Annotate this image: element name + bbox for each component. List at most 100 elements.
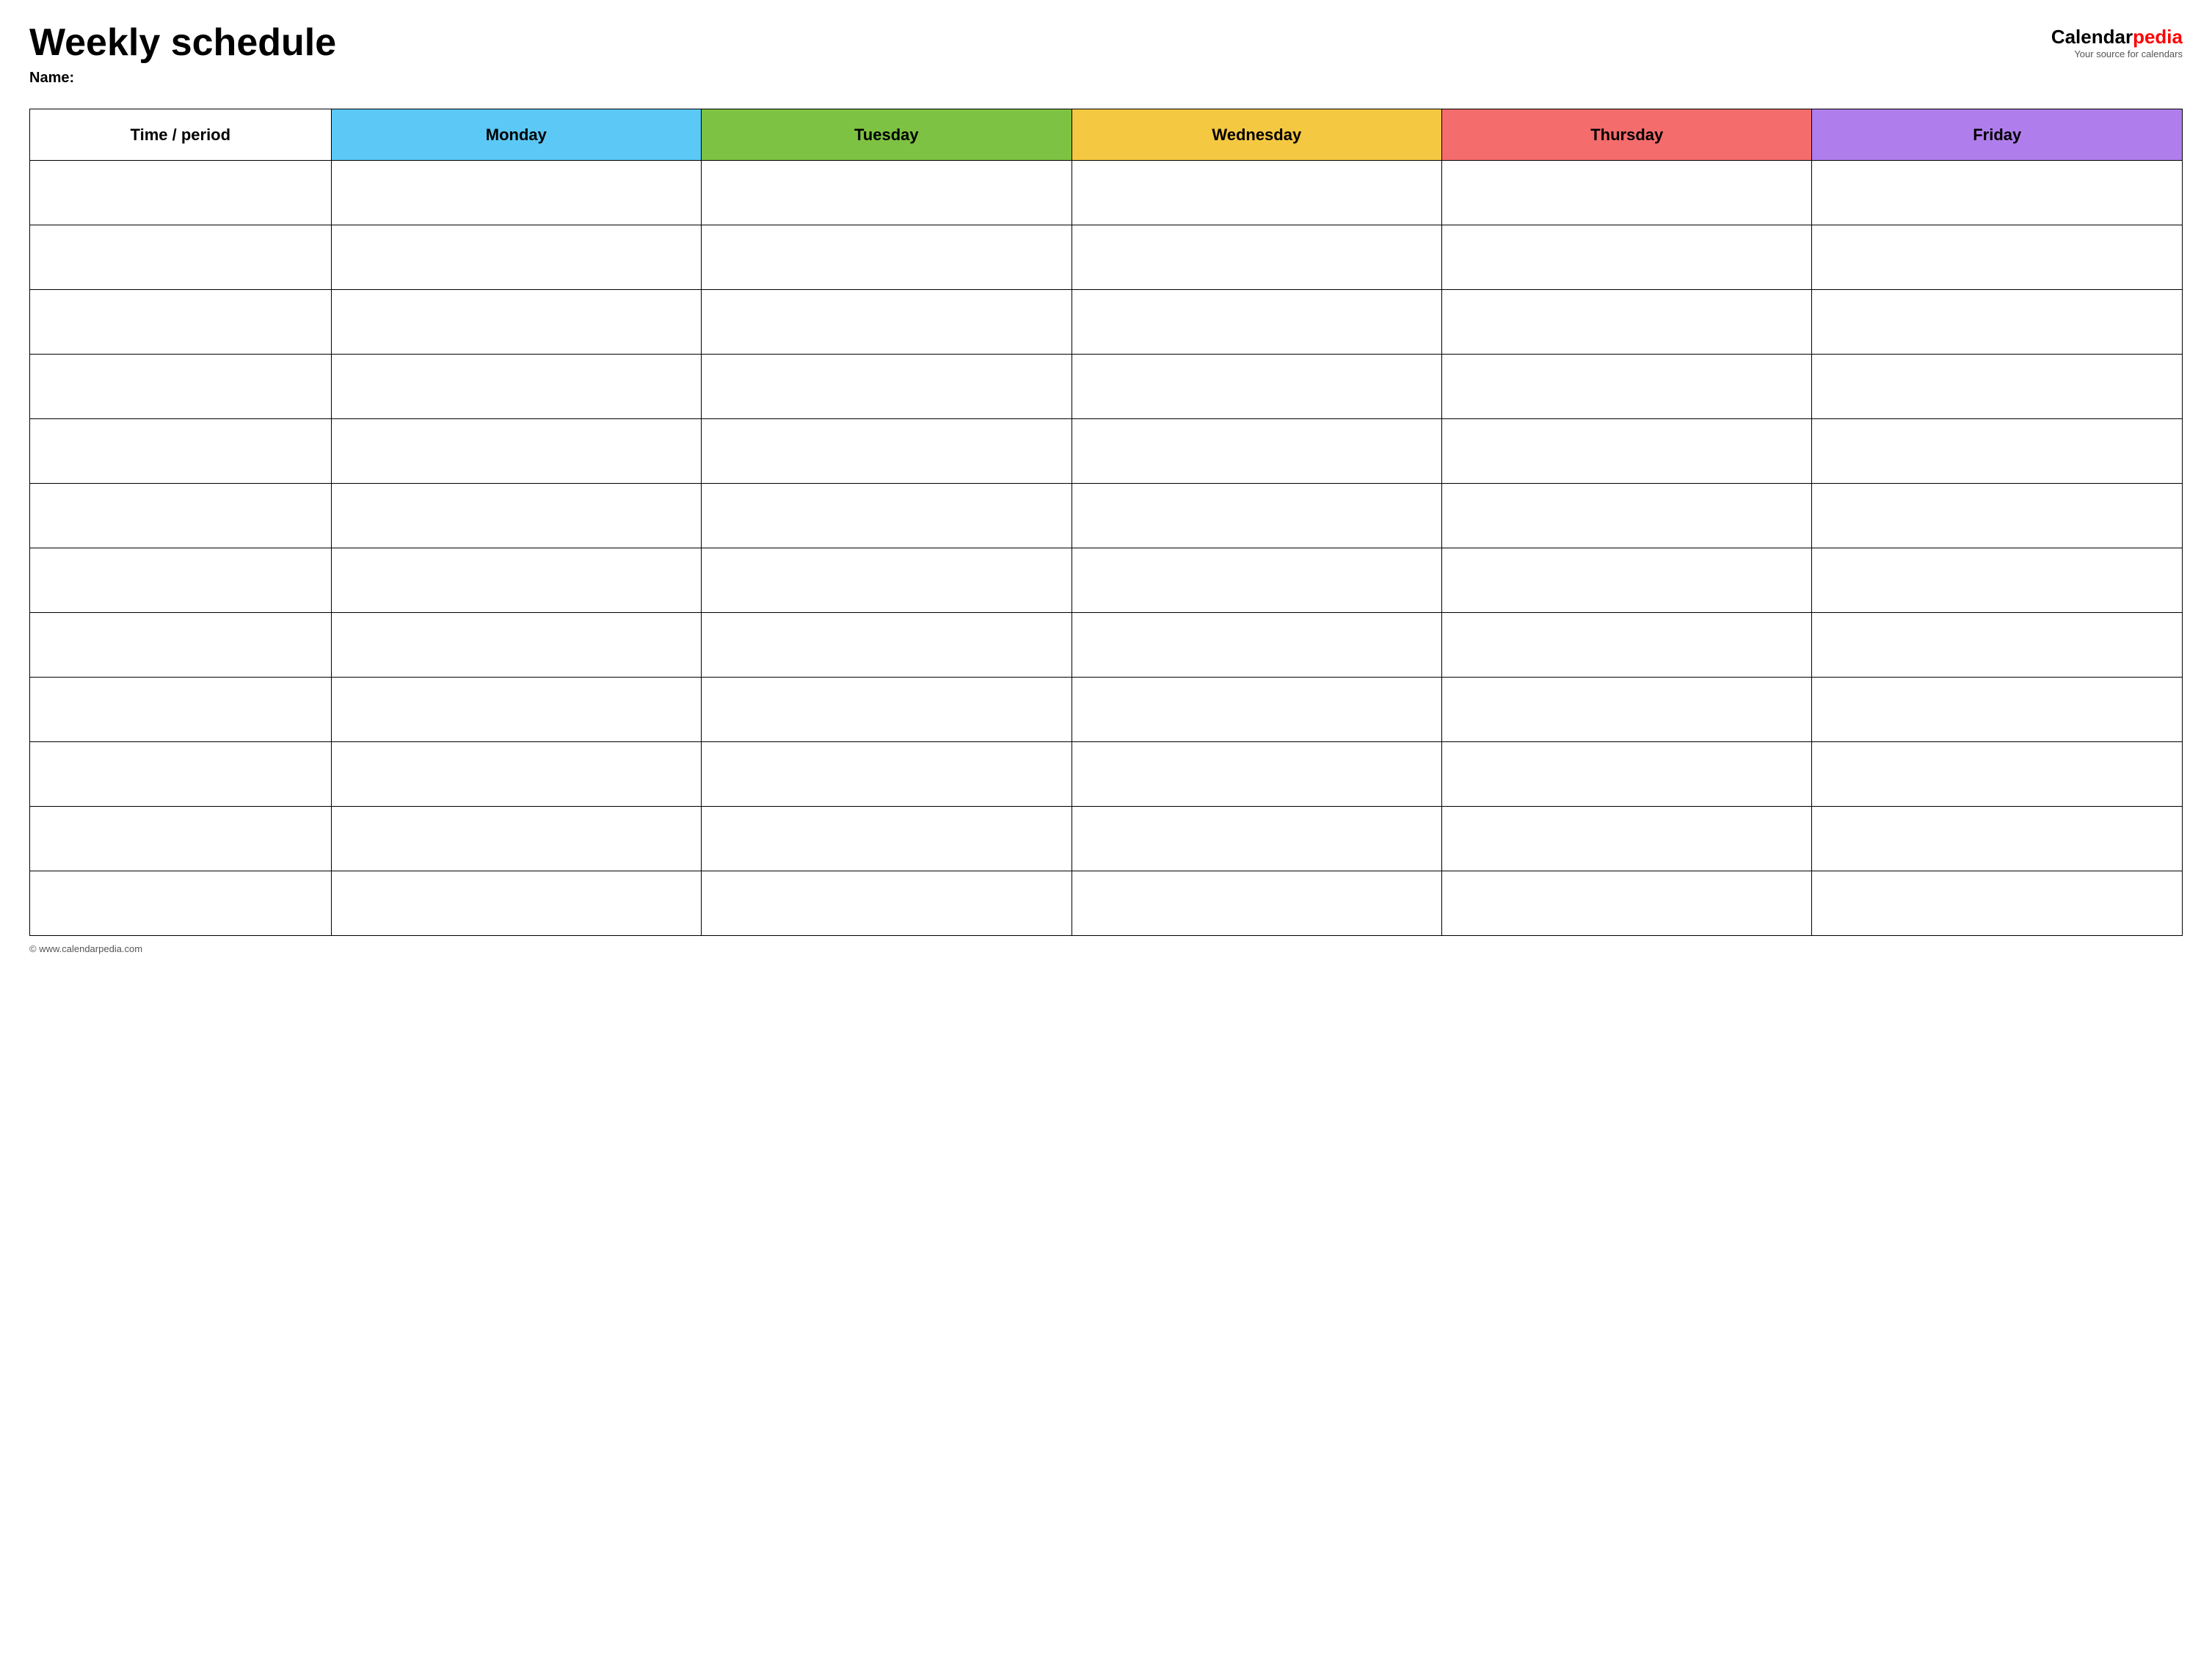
table-cell[interactable]: [1072, 355, 1441, 419]
table-cell[interactable]: [1072, 161, 1441, 225]
table-cell[interactable]: [1442, 678, 1812, 742]
table-row: [30, 807, 2183, 871]
col-header-tuesday: Tuesday: [702, 109, 1072, 161]
table-cell[interactable]: [702, 419, 1072, 484]
table-cell[interactable]: [30, 355, 332, 419]
table-cell[interactable]: [702, 807, 1072, 871]
table-cell[interactable]: [1442, 807, 1812, 871]
table-cell[interactable]: [1812, 742, 2183, 807]
table-cell[interactable]: [1072, 807, 1441, 871]
copyright-text: © www.calendarpedia.com: [29, 943, 142, 954]
table-cell[interactable]: [30, 871, 332, 936]
table-cell[interactable]: [1812, 548, 2183, 613]
table-cell[interactable]: [331, 613, 701, 678]
table-cell[interactable]: [1072, 419, 1441, 484]
table-cell[interactable]: [1442, 613, 1812, 678]
footer: © www.calendarpedia.com: [29, 943, 2183, 954]
table-cell[interactable]: [702, 484, 1072, 548]
table-cell[interactable]: [1442, 290, 1812, 355]
logo-section: Calendarpedia Your source for calendars: [2051, 26, 2183, 59]
logo-calendar: Calendar: [2051, 26, 2133, 48]
table-cell[interactable]: [331, 355, 701, 419]
title-section: Weekly schedule Name:: [29, 22, 336, 87]
table-cell[interactable]: [1812, 613, 2183, 678]
col-header-time: Time / period: [30, 109, 332, 161]
table-cell[interactable]: [1072, 290, 1441, 355]
table-cell[interactable]: [331, 871, 701, 936]
table-cell[interactable]: [331, 548, 701, 613]
table-row: [30, 484, 2183, 548]
table-cell[interactable]: [1442, 355, 1812, 419]
table-cell[interactable]: [1072, 871, 1441, 936]
header-row: Time / period Monday Tuesday Wednesday T…: [30, 109, 2183, 161]
table-cell[interactable]: [331, 484, 701, 548]
table-cell[interactable]: [331, 161, 701, 225]
table-cell[interactable]: [331, 742, 701, 807]
table-cell[interactable]: [702, 355, 1072, 419]
table-cell[interactable]: [331, 419, 701, 484]
table-cell[interactable]: [702, 161, 1072, 225]
table-cell[interactable]: [1812, 678, 2183, 742]
table-cell[interactable]: [702, 290, 1072, 355]
table-cell[interactable]: [702, 613, 1072, 678]
table-cell[interactable]: [30, 613, 332, 678]
col-header-monday: Monday: [331, 109, 701, 161]
table-cell[interactable]: [702, 225, 1072, 290]
table-row: [30, 225, 2183, 290]
table-cell[interactable]: [1442, 871, 1812, 936]
table-cell[interactable]: [1442, 742, 1812, 807]
table-cell[interactable]: [1812, 419, 2183, 484]
table-cell[interactable]: [30, 807, 332, 871]
table-cell[interactable]: [702, 871, 1072, 936]
table-cell[interactable]: [331, 678, 701, 742]
table-cell[interactable]: [1442, 419, 1812, 484]
table-cell[interactable]: [1442, 548, 1812, 613]
table-cell[interactable]: [702, 678, 1072, 742]
table-cell[interactable]: [1812, 871, 2183, 936]
table-cell[interactable]: [30, 225, 332, 290]
table-row: [30, 355, 2183, 419]
header-area: Weekly schedule Name: Calendarpedia Your…: [29, 22, 2183, 87]
table-row: [30, 161, 2183, 225]
table-cell[interactable]: [30, 484, 332, 548]
table-cell[interactable]: [30, 161, 332, 225]
table-cell[interactable]: [1072, 678, 1441, 742]
table-row: [30, 613, 2183, 678]
table-cell[interactable]: [1442, 161, 1812, 225]
table-cell[interactable]: [1812, 355, 2183, 419]
table-cell[interactable]: [1812, 484, 2183, 548]
table-cell[interactable]: [1812, 225, 2183, 290]
table-cell[interactable]: [331, 807, 701, 871]
logo-text: Calendarpedia: [2051, 26, 2183, 48]
table-cell[interactable]: [331, 290, 701, 355]
table-cell[interactable]: [1442, 484, 1812, 548]
table-cell[interactable]: [331, 225, 701, 290]
name-label: Name:: [29, 70, 336, 87]
table-cell[interactable]: [1812, 161, 2183, 225]
table-cell[interactable]: [1072, 613, 1441, 678]
logo-tagline: Your source for calendars: [2074, 48, 2183, 59]
col-header-wednesday: Wednesday: [1072, 109, 1441, 161]
table-cell[interactable]: [30, 290, 332, 355]
table-row: [30, 871, 2183, 936]
table-cell[interactable]: [30, 419, 332, 484]
table-cell[interactable]: [1812, 290, 2183, 355]
table-cell[interactable]: [1072, 225, 1441, 290]
table-cell[interactable]: [702, 742, 1072, 807]
table-cell[interactable]: [30, 678, 332, 742]
table-cell[interactable]: [1072, 548, 1441, 613]
logo-pedia: pedia: [2133, 26, 2183, 48]
table-cell[interactable]: [30, 548, 332, 613]
table-cell[interactable]: [1072, 742, 1441, 807]
col-header-friday: Friday: [1812, 109, 2183, 161]
table-cell[interactable]: [1812, 807, 2183, 871]
table-row: [30, 419, 2183, 484]
table-cell[interactable]: [702, 548, 1072, 613]
page-title: Weekly schedule: [29, 22, 336, 64]
table-cell[interactable]: [1072, 484, 1441, 548]
table-cell[interactable]: [1442, 225, 1812, 290]
col-header-thursday: Thursday: [1442, 109, 1812, 161]
table-cell[interactable]: [30, 742, 332, 807]
table-row: [30, 548, 2183, 613]
table-row: [30, 678, 2183, 742]
